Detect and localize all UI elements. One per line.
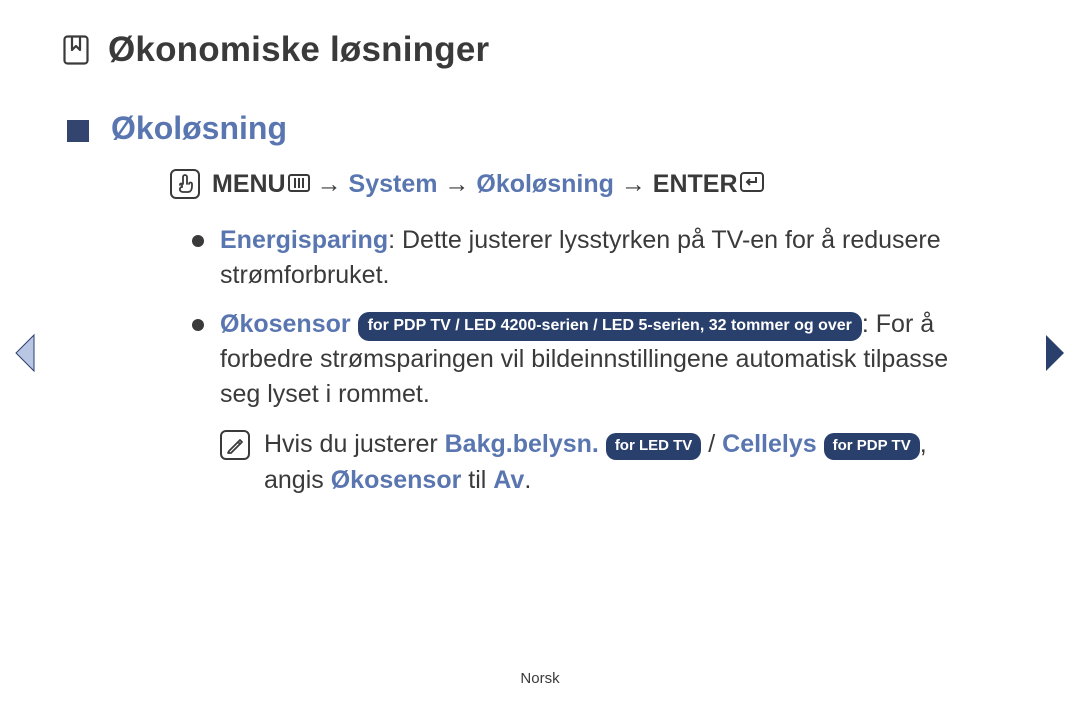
page-title: Økonomiske løsninger (108, 30, 489, 70)
device-badge: for PDP TV (824, 433, 920, 460)
menu-path: MENU → System → Økoløsning → ENTER (62, 169, 1012, 199)
device-badge: for LED TV (606, 433, 702, 460)
enter-glyph-icon (740, 172, 764, 194)
note-row: Hvis du justerer Bakg.belysn. for LED TV… (192, 426, 992, 499)
note-text: Hvis du justerer Bakg.belysn. for LED TV… (264, 426, 992, 499)
chapter-header: Økonomiske løsninger (62, 30, 1012, 70)
square-bullet-icon (67, 120, 89, 142)
note-icon (220, 430, 250, 460)
list-item: Energisparing: Dette justerer lysstyrken… (192, 223, 992, 293)
menu-path-text: MENU → System → Økoløsning → ENTER (212, 170, 764, 199)
bullet-icon (192, 319, 204, 331)
bookmark-icon (62, 34, 90, 66)
menu-glyph-icon (288, 174, 310, 194)
bullet-icon (192, 235, 204, 247)
footer-language: Norsk (0, 670, 1080, 687)
content-list: Energisparing: Dette justerer lysstyrken… (62, 223, 1012, 499)
next-page-button[interactable] (1042, 333, 1068, 373)
section-title: Økoløsning (111, 110, 287, 147)
section-header: Økoløsning (62, 110, 1012, 147)
list-item-text: Energisparing: Dette justerer lysstyrken… (220, 223, 992, 293)
device-badge: for PDP TV / LED 4200-serien / LED 5-ser… (358, 312, 862, 341)
touch-icon (170, 169, 200, 199)
list-item: Økosensor for PDP TV / LED 4200-serien /… (192, 307, 992, 412)
prev-page-button[interactable] (12, 333, 38, 373)
list-item-text: Økosensor for PDP TV / LED 4200-serien /… (220, 307, 992, 412)
